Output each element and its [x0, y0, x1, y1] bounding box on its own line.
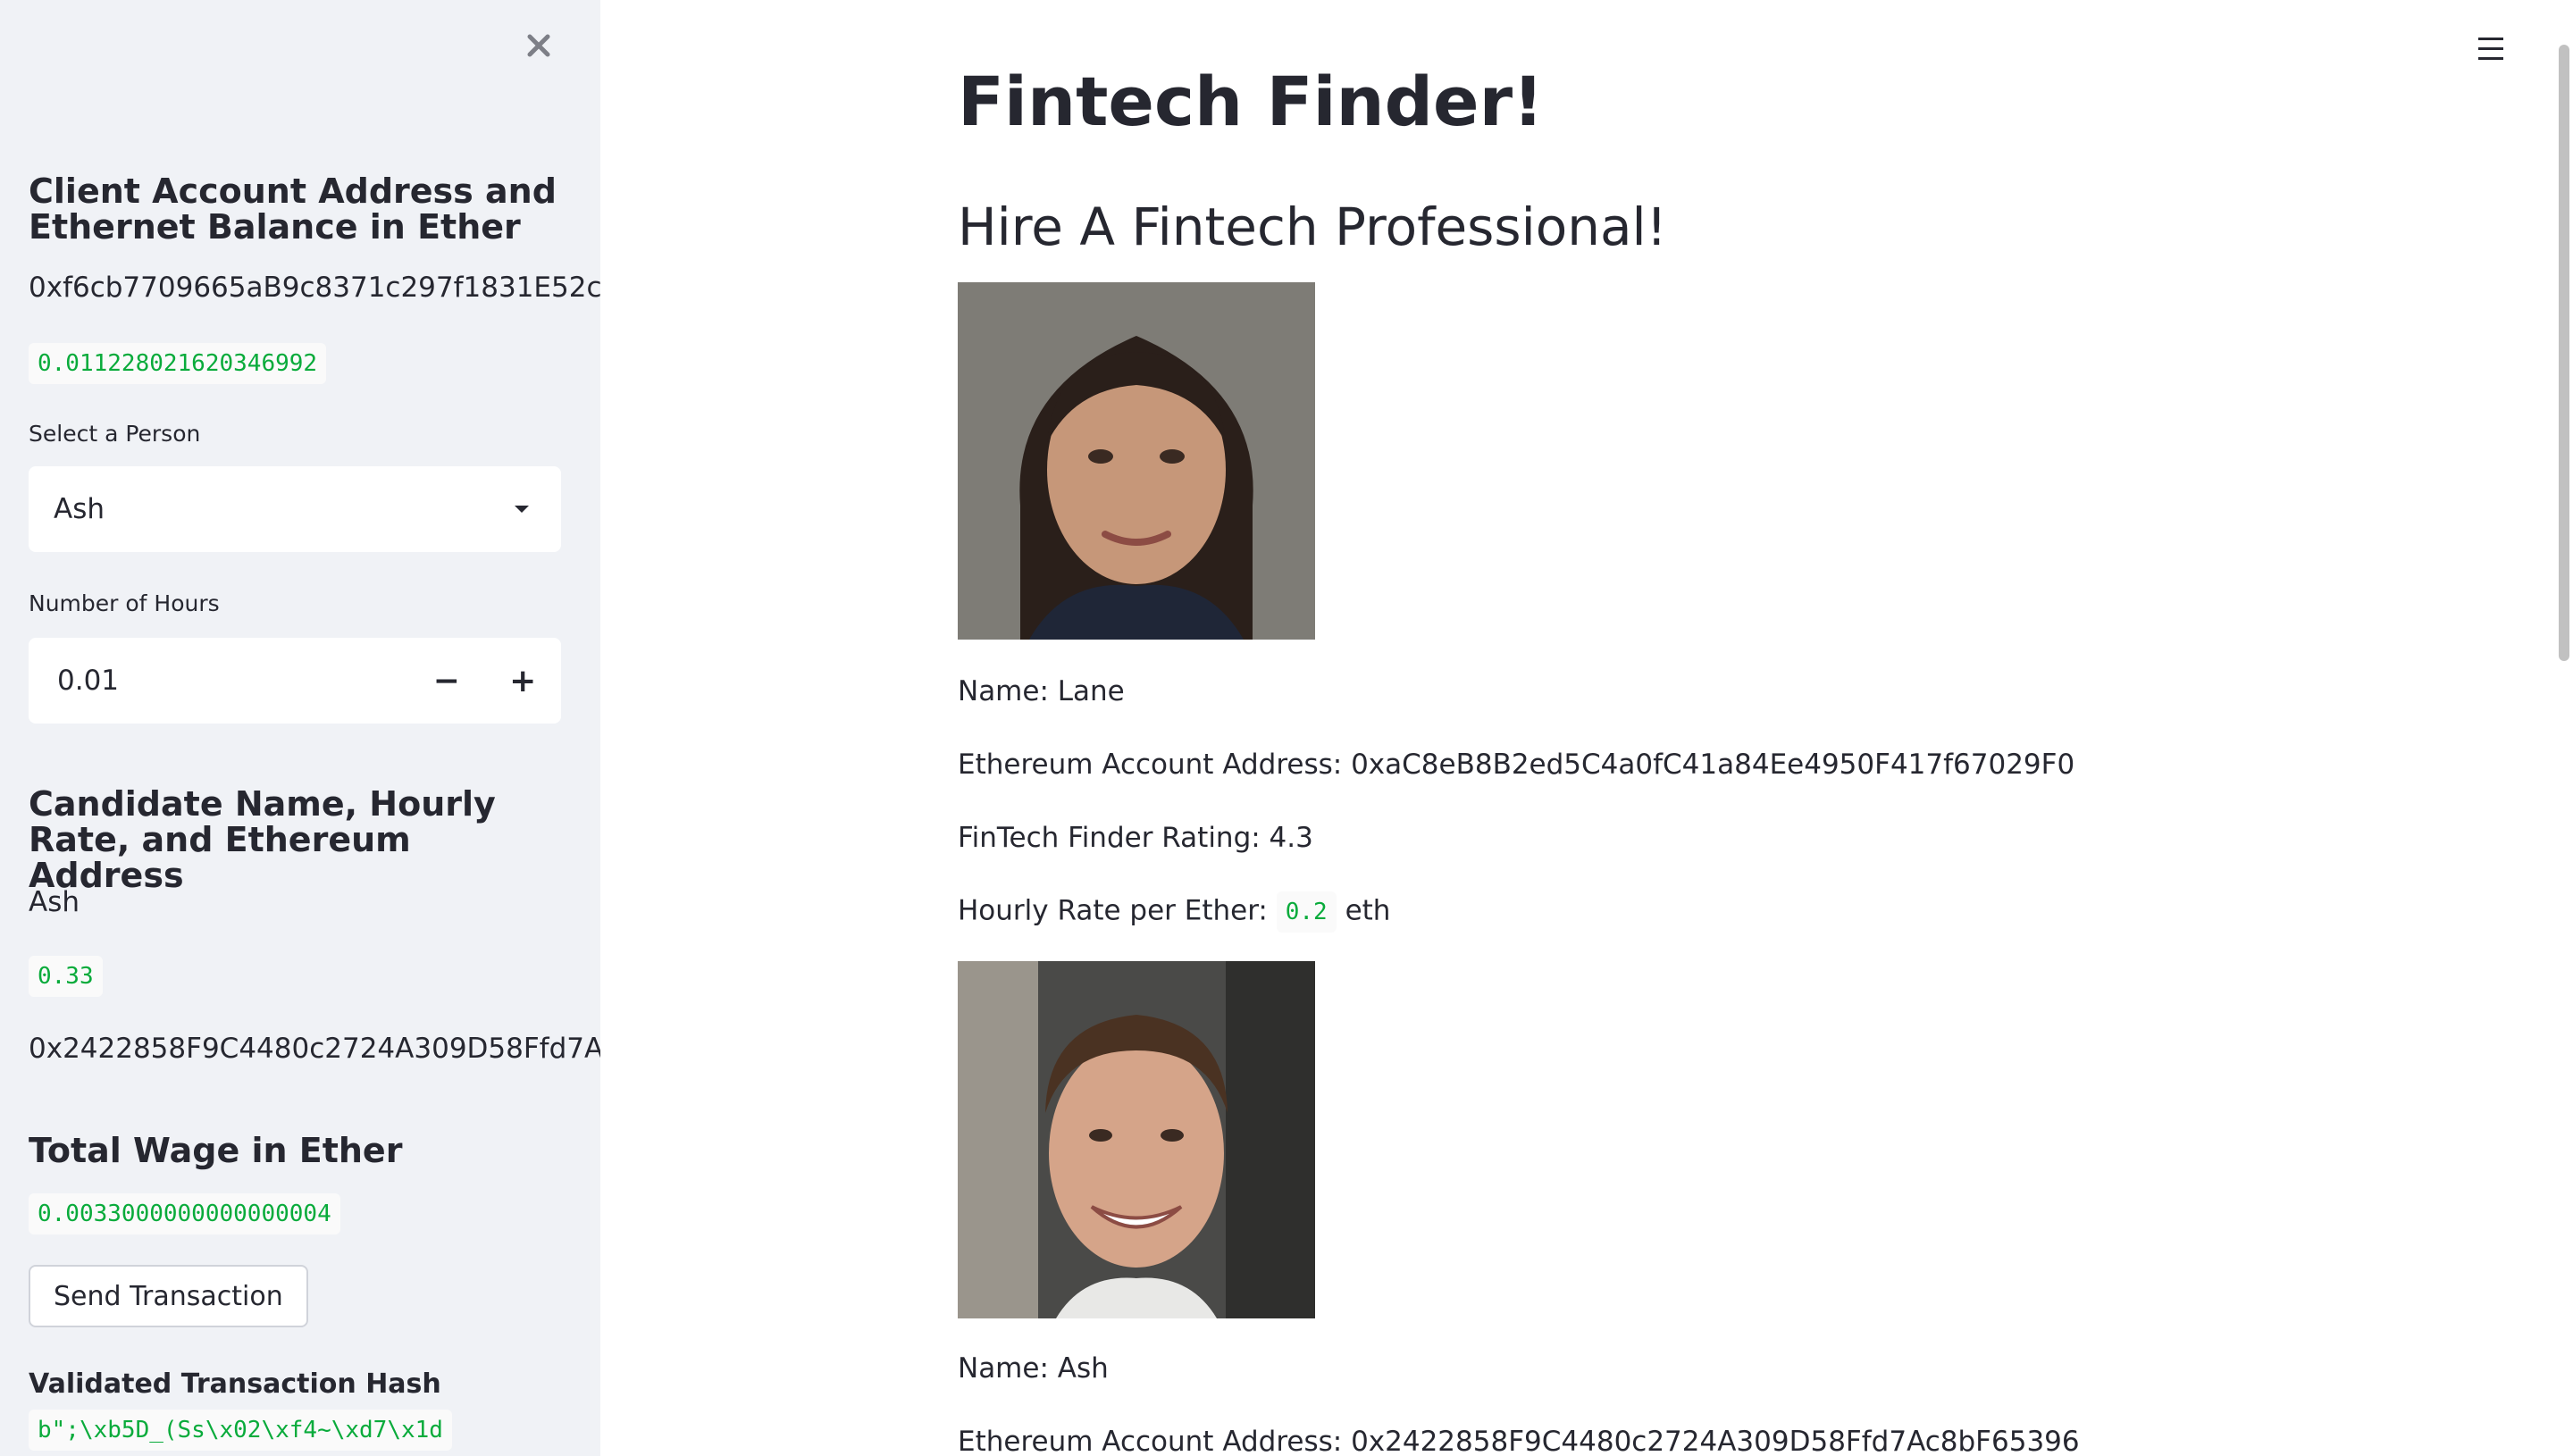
hours-decrement-button[interactable]: − — [408, 638, 485, 724]
hamburger-menu-icon — [2478, 37, 2503, 40]
candidate-address: 0x2422858F9C4480c2724A309D58Ffd7Ac — [29, 1033, 600, 1065]
account-balance: 0.011228021620346992 — [29, 343, 327, 384]
rate-prefix: Hourly Rate per Ether: — [958, 894, 1268, 927]
send-transaction-button[interactable]: Send Transaction — [29, 1265, 308, 1327]
select-person-value: Ash — [54, 493, 105, 525]
hours-increment-button[interactable]: + — [485, 638, 562, 724]
hours-input[interactable] — [29, 640, 408, 722]
candidate-name: Ash — [29, 886, 80, 918]
sidebar: Client Account Address and Ethernet Bala… — [0, 0, 600, 1456]
rate-suffix: eth — [1345, 894, 1391, 927]
candidate-rating-lane: FinTech Finder Rating: 4.3 — [958, 822, 1313, 854]
scrollbar[interactable] — [2553, 0, 2573, 1456]
page-title: Fintech Finder! — [958, 62, 1544, 141]
app-window: Client Account Address and Ethernet Bala… — [0, 0, 2573, 1456]
hash-heading: Validated Transaction Hash — [29, 1368, 441, 1400]
main-content: Fintech Finder! Hire A Fintech Professio… — [600, 0, 2573, 1456]
wage-heading: Total Wage in Ether — [29, 1131, 403, 1170]
candidate-name-lane: Name: Lane — [958, 675, 1125, 707]
chevron-down-icon — [515, 506, 529, 513]
select-person-label: Select a Person — [29, 421, 201, 447]
candidate-heading: Candidate Name, Hourly Rate, and Ethereu… — [29, 784, 496, 895]
candidate-photo-ash — [958, 961, 1315, 1318]
hours-stepper: − + — [29, 638, 561, 724]
hours-label: Number of Hours — [29, 590, 220, 616]
candidate-photo-lane — [958, 282, 1315, 640]
account-address: 0xf6cb7709665aB9c8371c297f1831E52c2 — [29, 272, 600, 304]
select-person-dropdown[interactable]: Ash — [29, 466, 561, 552]
candidate-name-ash: Name: Ash — [958, 1352, 1109, 1385]
scrollbar-thumb[interactable] — [2559, 45, 2569, 661]
close-sidebar-button[interactable] — [518, 25, 559, 66]
rate-value: 0.2 — [1276, 891, 1337, 933]
hamburger-menu-button[interactable] — [2471, 30, 2510, 66]
candidate-address-ash: Ethereum Account Address: 0x2422858F9C44… — [958, 1426, 2080, 1456]
wage-value: 0.0033000000000000004 — [29, 1193, 340, 1234]
candidate-address-lane: Ethereum Account Address: 0xaC8eB8B2ed5C… — [958, 749, 2075, 781]
close-icon — [527, 34, 550, 57]
candidate-rate: 0.33 — [29, 956, 103, 997]
page-subtitle: Hire A Fintech Professional! — [958, 197, 1667, 257]
transaction-hash: b";\xb5D_(Ss\x02\xf4~\xd7\x1d — [29, 1410, 452, 1451]
candidate-rate-lane: Hourly Rate per Ether: 0.2 eth — [958, 891, 1390, 933]
account-heading: Client Account Address and Ethernet Bala… — [29, 172, 557, 247]
